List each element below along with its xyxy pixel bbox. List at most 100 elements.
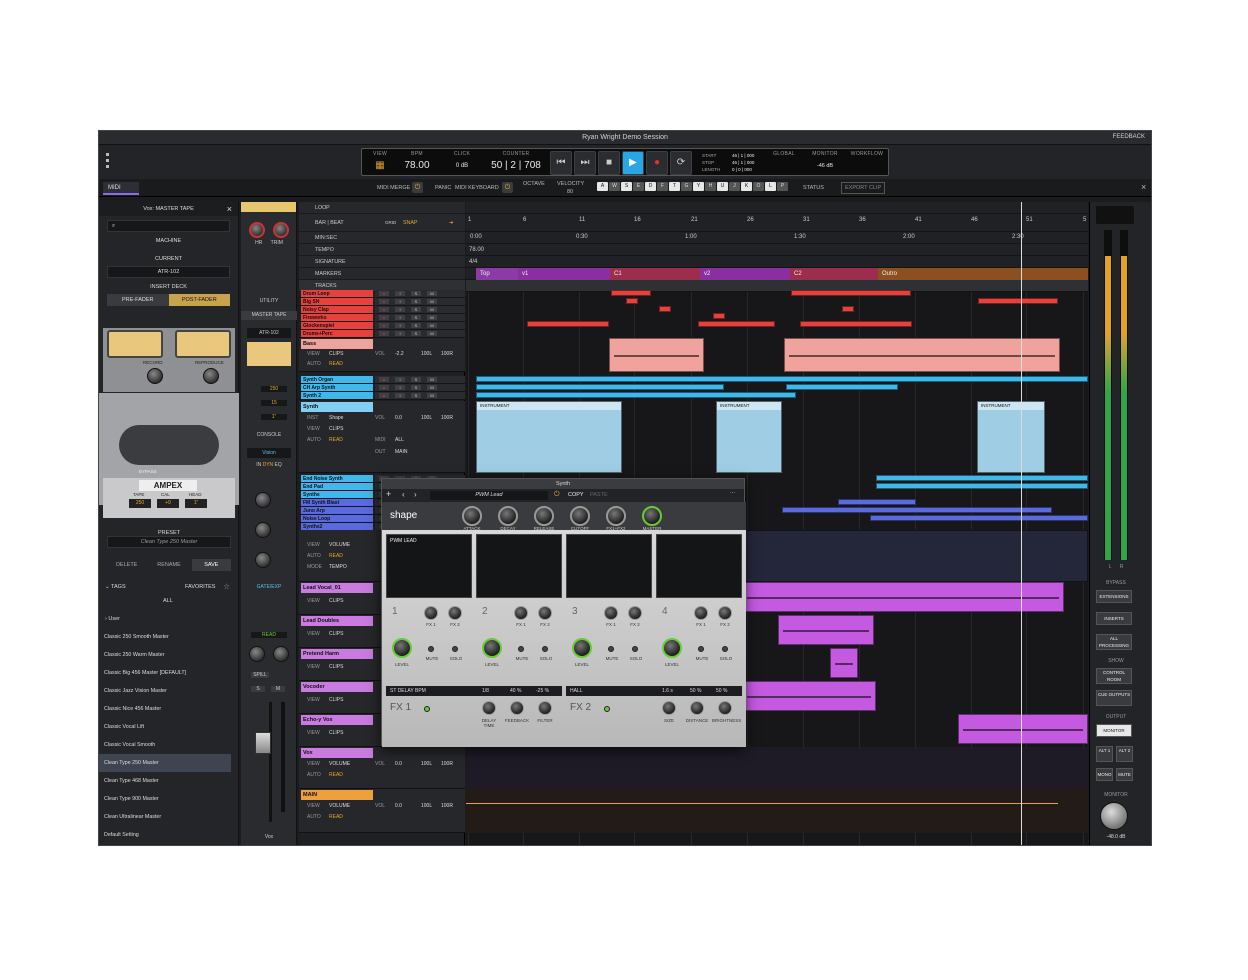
fx1-knob[interactable] <box>482 701 496 715</box>
monitor-value[interactable]: -46 dB <box>804 163 846 169</box>
glockenspiel-clip[interactable] <box>698 321 775 327</box>
midi-key-a[interactable]: A <box>597 182 608 191</box>
midi-key-t[interactable]: T <box>669 182 680 191</box>
voice-level-knob[interactable] <box>482 638 502 658</box>
fx2-bar[interactable]: HALL 1.6 s 50 % 50 % <box>566 686 742 696</box>
clips-value[interactable]: CLIPS <box>329 730 343 736</box>
shape-knob[interactable] <box>534 506 554 526</box>
counter-cell[interactable]: COUNTER 50 | 2 | 708 <box>488 151 544 175</box>
rename-button[interactable]: RENAME <box>149 559 188 571</box>
view-cell[interactable]: VIEW ▦ <box>366 151 394 175</box>
main-track[interactable]: MAIN VIEW VOLUME AUTO READ VOL 0.0 100L … <box>299 789 465 833</box>
solo-button[interactable]: S <box>411 385 421 390</box>
inst-value[interactable]: Shape <box>329 415 343 421</box>
volume-value[interactable]: VOLUME <box>329 761 350 767</box>
star-icon[interactable]: ☆ <box>223 582 230 591</box>
vocoder-clip[interactable] <box>742 681 876 711</box>
loop-lane[interactable] <box>466 202 1088 214</box>
fx1-enable-led[interactable] <box>424 706 430 712</box>
track-row[interactable]: Big SN ● I S M <box>299 298 465 306</box>
preset-list-item[interactable]: Classic 250 Warm Master <box>99 646 231 664</box>
preset-list-item[interactable]: Classic Vocal Lift <box>99 718 231 736</box>
pan-right-value[interactable]: 100R <box>441 351 453 357</box>
velocity-value[interactable]: 80 <box>567 189 573 195</box>
track-row[interactable]: Synth Organ ● I S M <box>299 376 465 384</box>
voice-fx1-knob[interactable] <box>514 606 528 620</box>
volume-value[interactable]: VOLUME <box>329 542 350 548</box>
markers-lane[interactable]: Top v1 C1 v2 C2 Outro <box>466 268 1088 280</box>
favorites-label[interactable]: FAVORITES <box>185 584 215 590</box>
pan-left-value[interactable]: 100L <box>421 351 432 357</box>
solo-button[interactable]: S <box>411 291 421 296</box>
global-cell[interactable]: GLOBAL <box>766 151 802 175</box>
tape-speed-value[interactable]: 250 <box>261 386 287 392</box>
synth-organ-clip[interactable] <box>476 376 1088 382</box>
track-row[interactable]: Glockenspiel ● I S M <box>299 322 465 330</box>
shape-knob[interactable] <box>570 506 590 526</box>
input-monitor-icon[interactable]: I <box>395 331 405 336</box>
head-size-value[interactable]: 1" <box>261 414 287 420</box>
midi-key-k[interactable]: K <box>741 182 752 191</box>
vol-value[interactable]: 0.0 <box>395 761 402 767</box>
synth-midi-clip[interactable]: INSTRUMENT <box>476 401 622 473</box>
mute-button[interactable]: MUTE <box>1116 768 1133 781</box>
record-arm-icon[interactable]: ● <box>379 393 389 398</box>
alt-1-button[interactable]: ALT 1 <box>1096 746 1113 762</box>
bass-track[interactable]: Bass VIEW CLIPS AUTO READ VOL -2.2 100L … <box>299 338 465 372</box>
midi-key-d[interactable]: D <box>645 182 656 191</box>
voice-solo-led[interactable] <box>542 646 548 652</box>
tempo-lane[interactable]: 78.00 <box>466 244 1088 256</box>
extensions-button[interactable]: EXTENSIONS <box>1096 590 1132 603</box>
all-processing-button[interactable]: ALL PROCESSING <box>1096 634 1132 650</box>
fx2-knob[interactable] <box>662 701 676 715</box>
input-monitor-icon[interactable]: I <box>395 393 405 398</box>
marker[interactable]: Outro <box>878 268 1088 280</box>
add-icon[interactable]: + <box>386 489 391 499</box>
input-monitor-icon[interactable]: I <box>395 315 405 320</box>
spill-button[interactable]: SPILL <box>251 672 269 678</box>
midi-key-u[interactable]: U <box>717 182 728 191</box>
voice-level-knob[interactable] <box>392 638 412 658</box>
voice-fx2-knob[interactable] <box>718 606 732 620</box>
voice-mute-led[interactable] <box>428 646 434 652</box>
voice-fx1-knob[interactable] <box>424 606 438 620</box>
cal-value[interactable]: +9 <box>157 499 179 508</box>
midi-keyboard-power-icon[interactable]: ⏻ <box>502 182 513 193</box>
voice-solo-led[interactable] <box>632 646 638 652</box>
ips-value[interactable]: 15 <box>261 400 287 406</box>
noisy-clap-clip[interactable] <box>659 306 671 312</box>
stop-button[interactable]: ■ <box>598 151 620 175</box>
bar-ruler[interactable]: 1 6 11 16 21 26 31 36 41 46 51 5 <box>466 214 1088 232</box>
preset-list-item[interactable]: Clean Type 468 Master <box>99 772 231 790</box>
menu-icon[interactable] <box>105 153 113 173</box>
record-arm-icon[interactable]: ● <box>379 315 389 320</box>
fireworks-clip[interactable] <box>713 313 725 319</box>
fx1-knob[interactable] <box>538 701 552 715</box>
voice-solo-led[interactable] <box>722 646 728 652</box>
juno-arp-clip[interactable] <box>782 507 1052 513</box>
record-knob[interactable] <box>147 368 163 384</box>
drum-loop-clip[interactable] <box>791 290 911 296</box>
synth-track[interactable]: Synth INST Shape VIEW CLIPS AUTO READ VO… <box>299 401 465 473</box>
mute-button[interactable]: M <box>427 299 437 304</box>
panic-button[interactable]: PANIC <box>435 185 451 191</box>
midi-key-s[interactable]: S <box>621 182 632 191</box>
mute-button[interactable]: M <box>427 291 437 296</box>
dyn-button[interactable]: DYN <box>263 462 274 468</box>
machine-select[interactable]: ATR-102 <box>107 266 230 278</box>
input-monitor-icon[interactable]: I <box>395 377 405 382</box>
in-button[interactable]: IN <box>256 462 261 468</box>
cue-outputs-button[interactable]: CUE OUTPUTS <box>1096 690 1132 706</box>
pretend-harm-clip[interactable] <box>830 648 858 678</box>
voice-fx2-knob[interactable] <box>538 606 552 620</box>
input-monitor-icon[interactable]: I <box>395 307 405 312</box>
mute-button[interactable]: M <box>427 315 437 320</box>
dyn-knob-2[interactable] <box>255 522 271 538</box>
pan-right-value[interactable]: 100R <box>441 415 453 421</box>
echo-vox-clip[interactable] <box>958 714 1088 744</box>
synth-midi-clip[interactable]: INSTRUMENT <box>977 401 1045 473</box>
midi-key-j[interactable]: J <box>729 182 740 191</box>
solo-button[interactable]: S <box>411 377 421 382</box>
solo-button[interactable]: S <box>411 323 421 328</box>
noise-loop-clip[interactable] <box>870 515 1088 521</box>
